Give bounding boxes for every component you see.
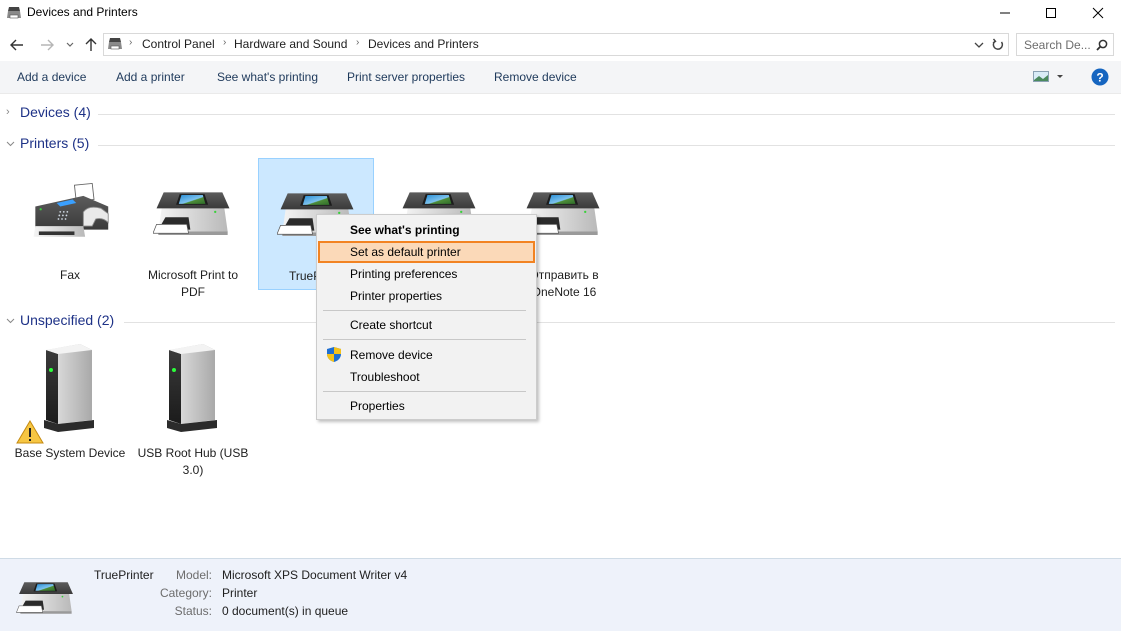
group-divider <box>98 114 1115 115</box>
see-whats-printing-button[interactable]: See what's printing <box>217 70 318 84</box>
menu-separator <box>323 310 526 311</box>
up-button[interactable] <box>82 34 100 56</box>
view-options-icon <box>1033 71 1049 82</box>
minimize-button[interactable] <box>982 0 1028 26</box>
add-device-button[interactable]: Add a device <box>17 70 86 84</box>
menu-item-printing-preferences[interactable]: Printing preferences <box>318 263 535 285</box>
maximize-icon <box>1046 8 1056 18</box>
forward-button[interactable] <box>36 34 58 56</box>
menu-item-label: See what's printing <box>350 223 460 237</box>
group-divider <box>98 145 1115 146</box>
menu-item-label: Remove device <box>350 348 433 362</box>
address-dropdown-chevron-icon[interactable] <box>974 42 984 49</box>
group-printers[interactable]: Printers (5) <box>0 135 1121 155</box>
menu-item-printer-properties[interactable]: Printer properties <box>318 285 535 307</box>
chevron-right-icon[interactable]: › <box>6 106 10 118</box>
breadcrumb-separator[interactable]: › <box>129 37 132 48</box>
printer-icon <box>16 573 76 619</box>
menu-item-label: Set as default printer <box>350 245 461 259</box>
command-bar: Add a device Add a printer See what's pr… <box>0 61 1121 94</box>
breadcrumb-separator[interactable]: › <box>356 37 359 48</box>
breadcrumb-hardware-and-sound[interactable]: Hardware and Sound <box>234 37 347 51</box>
view-dropdown-icon <box>1057 75 1063 78</box>
address-row: › Control Panel › Hardware and Sound › D… <box>0 30 1121 60</box>
minimize-icon <box>1000 12 1010 14</box>
maximize-button[interactable] <box>1028 0 1074 26</box>
menu-item-properties[interactable]: Properties <box>318 395 535 417</box>
group-unspecified[interactable]: Unspecified (2) <box>0 312 1121 332</box>
printer-tile-fax[interactable]: Fax <box>12 158 128 290</box>
refresh-button[interactable] <box>987 33 1009 56</box>
menu-item-label: Create shortcut <box>350 318 433 332</box>
menu-separator <box>323 339 526 340</box>
window-title: Devices and Printers <box>27 5 138 19</box>
details-category-value: Printer <box>222 586 258 600</box>
warning-icon <box>16 420 44 444</box>
details-model-label: Model: <box>175 568 212 582</box>
breadcrumb-control-panel[interactable]: Control Panel <box>142 37 215 51</box>
control-panel-icon <box>108 38 122 50</box>
menu-item-label: Properties <box>350 399 405 413</box>
details-status-value: 0 document(s) in queue <box>222 604 349 618</box>
remove-device-button[interactable]: Remove device <box>494 70 577 84</box>
group-devices[interactable]: › Devices (4) <box>0 104 1121 124</box>
device-tile-base-system-device[interactable]: Base System Device <box>12 336 128 468</box>
print-server-properties-button[interactable]: Print server properties <box>347 70 465 84</box>
menu-item-remove-device[interactable]: Remove device <box>318 344 535 366</box>
context-menu: See what's printing Set as default print… <box>316 214 537 420</box>
details-category-label: Category: <box>159 586 212 600</box>
forward-arrow-icon <box>41 39 54 51</box>
title-bar: Devices and Printers <box>0 0 1121 28</box>
device-tower-icon <box>149 340 227 440</box>
menu-item-set-as-default-printer[interactable]: Set as default printer <box>318 241 535 263</box>
menu-item-create-shortcut[interactable]: Create shortcut <box>318 314 535 336</box>
menu-item-label: Printing preferences <box>350 267 458 281</box>
details-pane: TruePrinter Model: Microsoft XPS Documen… <box>0 558 1121 631</box>
back-arrow-icon <box>10 39 23 51</box>
close-button[interactable] <box>1075 0 1121 26</box>
menu-item-label: Printer properties <box>350 289 443 303</box>
printer-tile-microsoft-print-to-pdf[interactable]: Microsoft Print to PDF <box>135 158 251 299</box>
search-box[interactable]: Search De... <box>1016 33 1114 56</box>
uac-shield-icon <box>327 347 341 362</box>
details-model-value: Microsoft XPS Document Writer v4 <box>222 568 408 582</box>
tile-label: Microsoft Print to PDF <box>147 268 239 299</box>
device-tile-usb-root-hub[interactable]: USB Root Hub (USB 3.0) <box>135 336 251 477</box>
breadcrumb-separator[interactable]: › <box>223 37 226 48</box>
menu-separator <box>323 391 526 392</box>
chevron-down-icon <box>66 42 74 47</box>
menu-item-troubleshoot[interactable]: Troubleshoot <box>318 366 535 388</box>
refresh-icon <box>992 38 1003 50</box>
breadcrumb-devices-and-printers[interactable]: Devices and Printers <box>368 37 479 51</box>
search-icon[interactable] <box>1096 39 1108 51</box>
close-icon <box>1092 7 1104 19</box>
svg-text:?: ? <box>1096 71 1103 85</box>
tile-label: Fax <box>59 268 80 282</box>
help-icon[interactable]: ? <box>1091 68 1109 86</box>
tile-label: Base System Device <box>14 446 126 460</box>
group-devices-label[interactable]: Devices (4) <box>20 104 91 120</box>
details-status-label: Status: <box>174 604 212 618</box>
up-arrow-icon <box>85 38 97 51</box>
recent-locations-button[interactable] <box>63 34 77 56</box>
group-divider <box>124 322 1115 323</box>
chevron-down-icon[interactable] <box>6 318 15 324</box>
address-bar[interactable]: › Control Panel › Hardware and Sound › D… <box>103 33 1009 56</box>
back-button[interactable] <box>6 34 28 56</box>
search-input[interactable]: Search De... <box>1024 38 1091 52</box>
menu-item-see-whats-printing[interactable]: See what's printing <box>318 219 535 241</box>
change-view-button[interactable] <box>1030 69 1068 85</box>
fax-icon <box>30 176 110 246</box>
devices-printers-app-icon <box>7 7 21 19</box>
printer-icon <box>153 176 233 246</box>
menu-item-label: Troubleshoot <box>350 370 420 384</box>
chevron-down-icon[interactable] <box>6 141 15 147</box>
tile-label: USB Root Hub (USB 3.0) <box>137 446 249 477</box>
group-printers-label[interactable]: Printers (5) <box>20 135 89 151</box>
add-printer-button[interactable]: Add a printer <box>116 70 185 84</box>
group-unspecified-label[interactable]: Unspecified (2) <box>20 312 114 328</box>
